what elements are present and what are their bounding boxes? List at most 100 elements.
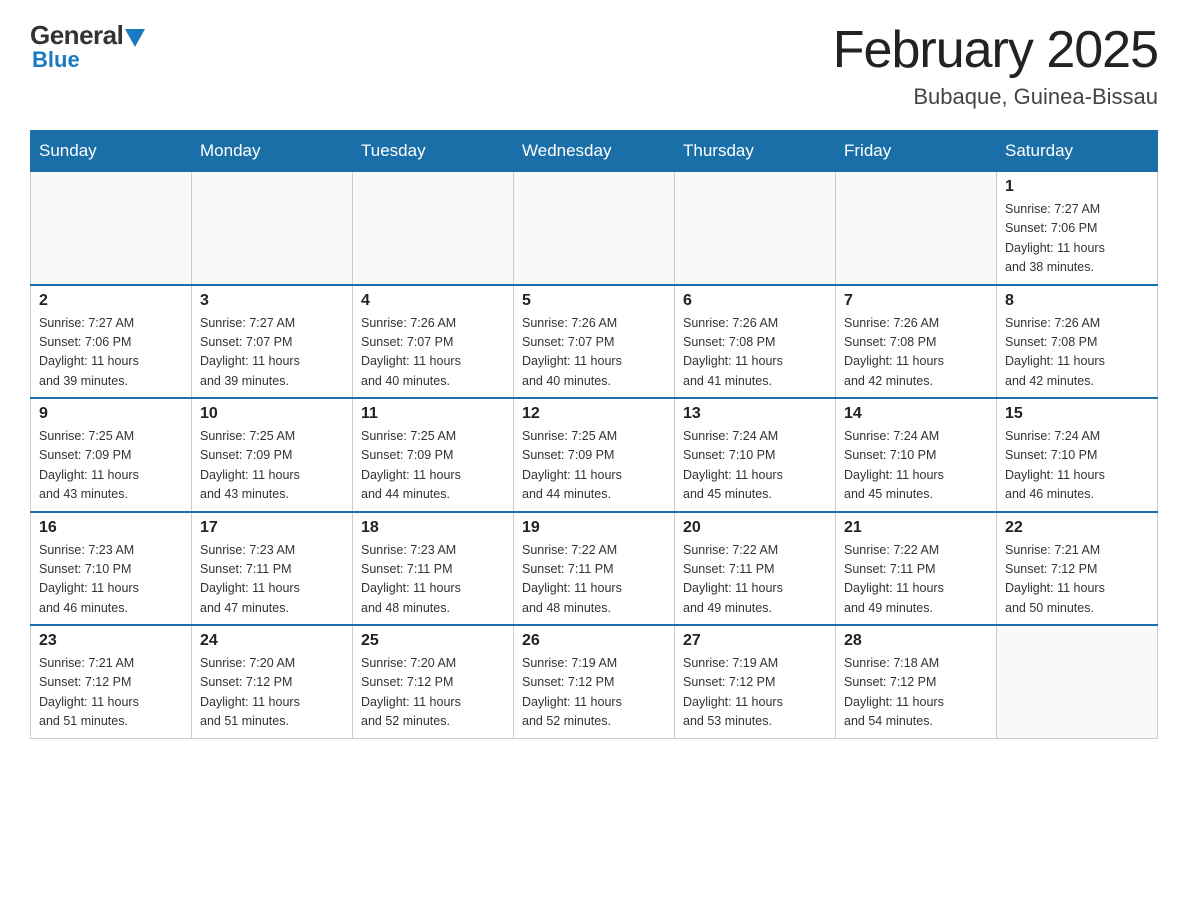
week-row-2: 2 Sunrise: 7:27 AMSunset: 7:06 PMDaylight… bbox=[31, 285, 1158, 399]
calendar-cell: 26 Sunrise: 7:19 AMSunset: 7:12 PMDayligh… bbox=[514, 625, 675, 738]
day-info: Sunrise: 7:23 AMSunset: 7:11 PMDaylight:… bbox=[361, 541, 505, 619]
calendar-cell: 2 Sunrise: 7:27 AMSunset: 7:06 PMDaylight… bbox=[31, 285, 192, 399]
day-info: Sunrise: 7:27 AMSunset: 7:06 PMDaylight:… bbox=[1005, 200, 1149, 278]
day-info: Sunrise: 7:21 AMSunset: 7:12 PMDaylight:… bbox=[39, 654, 183, 732]
weekday-header-monday: Monday bbox=[192, 131, 353, 172]
day-info: Sunrise: 7:22 AMSunset: 7:11 PMDaylight:… bbox=[522, 541, 666, 619]
calendar-cell: 4 Sunrise: 7:26 AMSunset: 7:07 PMDaylight… bbox=[353, 285, 514, 399]
calendar-cell: 16 Sunrise: 7:23 AMSunset: 7:10 PMDayligh… bbox=[31, 512, 192, 626]
day-number: 20 bbox=[683, 519, 827, 537]
calendar-table: SundayMondayTuesdayWednesdayThursdayFrid… bbox=[30, 130, 1158, 739]
day-info: Sunrise: 7:20 AMSunset: 7:12 PMDaylight:… bbox=[361, 654, 505, 732]
day-info: Sunrise: 7:20 AMSunset: 7:12 PMDaylight:… bbox=[200, 654, 344, 732]
title-section: February 2025 Bubaque, Guinea-Bissau bbox=[833, 20, 1158, 110]
calendar-cell bbox=[997, 625, 1158, 738]
calendar-cell: 27 Sunrise: 7:19 AMSunset: 7:12 PMDayligh… bbox=[675, 625, 836, 738]
day-number: 27 bbox=[683, 632, 827, 650]
weekday-header-saturday: Saturday bbox=[997, 131, 1158, 172]
calendar-cell: 6Sunrise: 7:26 AMSunset: 7:08 PMDaylight… bbox=[675, 285, 836, 399]
day-info: Sunrise: 7:18 AMSunset: 7:12 PMDaylight:… bbox=[844, 654, 988, 732]
day-info: Sunrise: 7:24 AMSunset: 7:10 PMDaylight:… bbox=[844, 427, 988, 505]
day-number: 8 bbox=[1005, 292, 1149, 310]
calendar-cell: 15 Sunrise: 7:24 AMSunset: 7:10 PMDayligh… bbox=[997, 398, 1158, 512]
calendar-cell: 24Sunrise: 7:20 AMSunset: 7:12 PMDayligh… bbox=[192, 625, 353, 738]
weekday-header-friday: Friday bbox=[836, 131, 997, 172]
weekday-header-wednesday: Wednesday bbox=[514, 131, 675, 172]
day-number: 11 bbox=[361, 405, 505, 423]
day-info: Sunrise: 7:22 AMSunset: 7:11 PMDaylight:… bbox=[844, 541, 988, 619]
day-info: Sunrise: 7:26 AMSunset: 7:08 PMDaylight:… bbox=[844, 314, 988, 392]
calendar-cell: 21 Sunrise: 7:22 AMSunset: 7:11 PMDayligh… bbox=[836, 512, 997, 626]
logo-triangle-icon bbox=[125, 29, 145, 47]
day-info: Sunrise: 7:27 AMSunset: 7:06 PMDaylight:… bbox=[39, 314, 183, 392]
day-number: 12 bbox=[522, 405, 666, 423]
calendar-cell: 17 Sunrise: 7:23 AMSunset: 7:11 PMDayligh… bbox=[192, 512, 353, 626]
month-title: February 2025 bbox=[833, 20, 1158, 80]
calendar-cell: 14 Sunrise: 7:24 AMSunset: 7:10 PMDayligh… bbox=[836, 398, 997, 512]
day-info: Sunrise: 7:19 AMSunset: 7:12 PMDaylight:… bbox=[522, 654, 666, 732]
day-number: 7 bbox=[844, 292, 988, 310]
day-number: 18 bbox=[361, 519, 505, 537]
day-number: 2 bbox=[39, 292, 183, 310]
calendar-cell bbox=[514, 172, 675, 285]
day-info: Sunrise: 7:25 AMSunset: 7:09 PMDaylight:… bbox=[522, 427, 666, 505]
calendar-cell bbox=[353, 172, 514, 285]
calendar-cell: 12 Sunrise: 7:25 AMSunset: 7:09 PMDayligh… bbox=[514, 398, 675, 512]
day-number: 13 bbox=[683, 405, 827, 423]
week-row-1: 1Sunrise: 7:27 AMSunset: 7:06 PMDaylight… bbox=[31, 172, 1158, 285]
calendar-cell: 22Sunrise: 7:21 AMSunset: 7:12 PMDayligh… bbox=[997, 512, 1158, 626]
calendar-cell: 20 Sunrise: 7:22 AMSunset: 7:11 PMDayligh… bbox=[675, 512, 836, 626]
week-row-3: 9 Sunrise: 7:25 AMSunset: 7:09 PMDaylight… bbox=[31, 398, 1158, 512]
page-header: General Blue February 2025 Bubaque, Guin… bbox=[30, 20, 1158, 110]
day-info: Sunrise: 7:25 AMSunset: 7:09 PMDaylight:… bbox=[39, 427, 183, 505]
day-info: Sunrise: 7:22 AMSunset: 7:11 PMDaylight:… bbox=[683, 541, 827, 619]
day-number: 17 bbox=[200, 519, 344, 537]
calendar-cell: 25 Sunrise: 7:20 AMSunset: 7:12 PMDayligh… bbox=[353, 625, 514, 738]
day-number: 25 bbox=[361, 632, 505, 650]
day-info: Sunrise: 7:25 AMSunset: 7:09 PMDaylight:… bbox=[361, 427, 505, 505]
day-info: Sunrise: 7:27 AMSunset: 7:07 PMDaylight:… bbox=[200, 314, 344, 392]
day-number: 14 bbox=[844, 405, 988, 423]
calendar-cell: 11 Sunrise: 7:25 AMSunset: 7:09 PMDayligh… bbox=[353, 398, 514, 512]
day-info: Sunrise: 7:23 AMSunset: 7:11 PMDaylight:… bbox=[200, 541, 344, 619]
calendar-cell bbox=[192, 172, 353, 285]
weekday-header-thursday: Thursday bbox=[675, 131, 836, 172]
day-info: Sunrise: 7:26 AMSunset: 7:07 PMDaylight:… bbox=[522, 314, 666, 392]
weekday-header-sunday: Sunday bbox=[31, 131, 192, 172]
day-info: Sunrise: 7:23 AMSunset: 7:10 PMDaylight:… bbox=[39, 541, 183, 619]
calendar-cell: 3 Sunrise: 7:27 AMSunset: 7:07 PMDaylight… bbox=[192, 285, 353, 399]
week-row-5: 23 Sunrise: 7:21 AMSunset: 7:12 PMDayligh… bbox=[31, 625, 1158, 738]
calendar-cell bbox=[675, 172, 836, 285]
day-number: 3 bbox=[200, 292, 344, 310]
day-number: 21 bbox=[844, 519, 988, 537]
day-info: Sunrise: 7:26 AMSunset: 7:08 PMDaylight:… bbox=[1005, 314, 1149, 392]
day-number: 15 bbox=[1005, 405, 1149, 423]
day-number: 16 bbox=[39, 519, 183, 537]
calendar-cell: 8 Sunrise: 7:26 AMSunset: 7:08 PMDaylight… bbox=[997, 285, 1158, 399]
calendar-cell: 7 Sunrise: 7:26 AMSunset: 7:08 PMDaylight… bbox=[836, 285, 997, 399]
calendar-cell bbox=[31, 172, 192, 285]
day-info: Sunrise: 7:24 AMSunset: 7:10 PMDaylight:… bbox=[1005, 427, 1149, 505]
day-number: 10 bbox=[200, 405, 344, 423]
day-number: 6 bbox=[683, 292, 827, 310]
calendar-cell: 13Sunrise: 7:24 AMSunset: 7:10 PMDayligh… bbox=[675, 398, 836, 512]
weekday-header-row: SundayMondayTuesdayWednesdayThursdayFrid… bbox=[31, 131, 1158, 172]
day-number: 26 bbox=[522, 632, 666, 650]
day-number: 19 bbox=[522, 519, 666, 537]
day-info: Sunrise: 7:19 AMSunset: 7:12 PMDaylight:… bbox=[683, 654, 827, 732]
day-number: 4 bbox=[361, 292, 505, 310]
calendar-cell bbox=[836, 172, 997, 285]
calendar-cell: 19 Sunrise: 7:22 AMSunset: 7:11 PMDayligh… bbox=[514, 512, 675, 626]
day-number: 23 bbox=[39, 632, 183, 650]
day-info: Sunrise: 7:25 AMSunset: 7:09 PMDaylight:… bbox=[200, 427, 344, 505]
day-number: 9 bbox=[39, 405, 183, 423]
day-number: 5 bbox=[522, 292, 666, 310]
logo: General Blue bbox=[30, 20, 145, 73]
calendar-cell: 1Sunrise: 7:27 AMSunset: 7:06 PMDaylight… bbox=[997, 172, 1158, 285]
day-number: 28 bbox=[844, 632, 988, 650]
calendar-cell: 5 Sunrise: 7:26 AMSunset: 7:07 PMDaylight… bbox=[514, 285, 675, 399]
day-info: Sunrise: 7:26 AMSunset: 7:07 PMDaylight:… bbox=[361, 314, 505, 392]
calendar-cell: 28 Sunrise: 7:18 AMSunset: 7:12 PMDayligh… bbox=[836, 625, 997, 738]
week-row-4: 16 Sunrise: 7:23 AMSunset: 7:10 PMDayligh… bbox=[31, 512, 1158, 626]
calendar-cell: 10 Sunrise: 7:25 AMSunset: 7:09 PMDayligh… bbox=[192, 398, 353, 512]
